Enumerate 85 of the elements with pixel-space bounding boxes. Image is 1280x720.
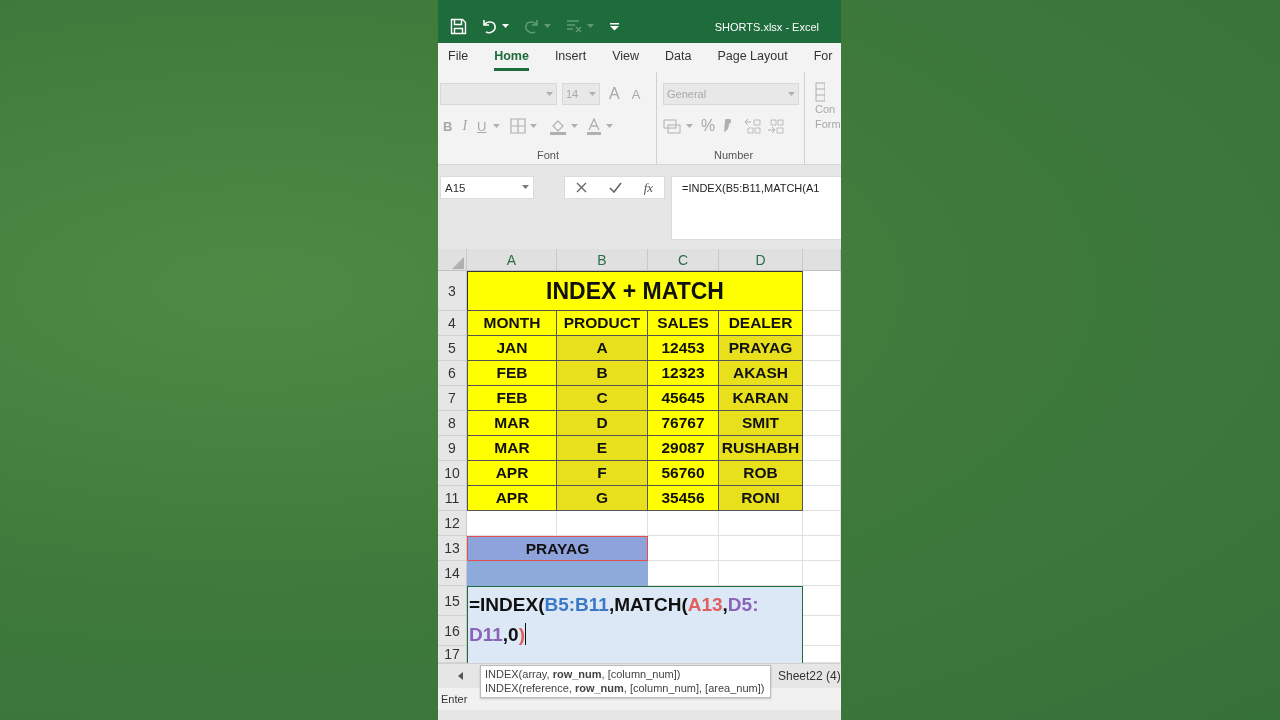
save-icon[interactable] (450, 18, 467, 35)
table-cell: FEB (467, 386, 557, 411)
row-header[interactable]: 10 (438, 461, 467, 486)
caret-icon[interactable] (502, 24, 509, 29)
table-cell: MAR (467, 411, 557, 436)
row-header[interactable]: 7 (438, 386, 467, 411)
table-cell: ROB (719, 461, 803, 486)
table-cell: 45645 (648, 386, 719, 411)
group-label: Font (537, 149, 559, 161)
insert-function-button[interactable]: fx (643, 179, 654, 196)
table-cell: FEB (467, 361, 557, 386)
table-cell: E (557, 436, 648, 461)
table-cell: JAN (467, 336, 557, 361)
undo-icon[interactable] (481, 18, 498, 35)
empty-cell[interactable] (803, 586, 841, 616)
column-heading-cell: DEALER (719, 311, 803, 336)
table-cell: RONI (719, 486, 803, 511)
row-header[interactable]: 4 (438, 311, 467, 336)
ribbon-tab[interactable]: View (612, 44, 640, 71)
column-header[interactable] (803, 249, 841, 271)
table-cell: APR (467, 461, 557, 486)
table-cell: 12323 (648, 361, 719, 386)
table-cell: PRAYAG (719, 336, 803, 361)
table-cell: 35456 (648, 486, 719, 511)
redo-icon[interactable] (523, 18, 540, 35)
row-header[interactable]: 8 (438, 411, 467, 436)
row-header[interactable]: 13 (438, 536, 467, 561)
caret-icon[interactable] (522, 185, 529, 190)
column-header[interactable]: D (719, 249, 803, 271)
ribbon-tab[interactable]: Page Layout (717, 44, 788, 71)
row-header[interactable]: 11 (438, 486, 467, 511)
ribbon-tab[interactable]: For (813, 44, 833, 71)
column-heading-cell: SALES (648, 311, 719, 336)
column-heading-cell: MONTH (467, 311, 557, 336)
function-tooltip: INDEX(array, row_num, [column_num]) INDEX(reference, row_num, [column_num], [area_num]) (480, 665, 772, 698)
table-cell: G (557, 486, 648, 511)
table-cell: 12453 (648, 336, 719, 361)
empty-cell[interactable] (803, 616, 841, 646)
table-cell: 76767 (648, 411, 719, 436)
cancel-icon[interactable] (575, 182, 587, 193)
column-heading-cell: PRODUCT (557, 311, 648, 336)
row-header[interactable]: 15 (438, 586, 467, 616)
table-cell: 29087 (648, 436, 719, 461)
row-header[interactable]: 12 (438, 511, 467, 536)
row-header[interactable]: 17 (438, 646, 467, 663)
ribbon-tab[interactable]: Data (665, 44, 692, 71)
table-cell: APR (467, 486, 557, 511)
enter-check-icon[interactable] (608, 182, 622, 193)
result-cell: PRAYAG (467, 536, 648, 561)
ribbon-tab[interactable]: File (448, 44, 469, 71)
row-header[interactable]: 9 (438, 436, 467, 461)
row-header[interactable]: 6 (438, 361, 467, 386)
empty-cell[interactable] (803, 646, 841, 663)
ribbon-tab[interactable]: Insert (554, 44, 587, 71)
cell-editor[interactable]: =INDEX(B5:B11,MATCH(A13,D5: D11,0) (467, 586, 803, 663)
column-header[interactable]: C (648, 249, 719, 271)
status-mode: Enter (441, 693, 468, 705)
table-cell: B (557, 361, 648, 386)
table-cell: F (557, 461, 648, 486)
row-header[interactable]: 14 (438, 561, 467, 586)
window-title: SHORTS.xlsx - Excel (714, 20, 819, 33)
table-cell: MAR (467, 436, 557, 461)
formula-field[interactable]: =INDEX(B5:B11,MATCH(A1 (671, 176, 841, 240)
table-cell: AKASH (719, 361, 803, 386)
table-cell: 56760 (648, 461, 719, 486)
column-header[interactable]: B (557, 249, 648, 271)
table-cell: A (557, 336, 648, 361)
table-cell: SMIT (719, 411, 803, 436)
table-cell: RUSHABH (719, 436, 803, 461)
touch-mode-icon[interactable] (565, 18, 583, 35)
triangle-icon (452, 256, 464, 269)
title-cell: INDEX + MATCH (467, 271, 803, 311)
select-all-button[interactable] (438, 249, 467, 271)
table-cell: D (557, 411, 648, 436)
name-box[interactable]: A15 (440, 176, 534, 199)
sheet-tab[interactable]: Sheet22 (4) (778, 667, 841, 685)
row-header[interactable]: 16 (438, 616, 467, 646)
table-cell: KARAN (719, 386, 803, 411)
scroll-left-icon[interactable] (458, 672, 463, 680)
column-header[interactable]: A (467, 249, 557, 271)
group-label: Number (713, 149, 754, 161)
row-header[interactable]: 5 (438, 336, 467, 361)
row-header[interactable]: 3 (438, 271, 467, 311)
table-cell: C (557, 386, 648, 411)
customize-icon[interactable] (610, 22, 619, 31)
